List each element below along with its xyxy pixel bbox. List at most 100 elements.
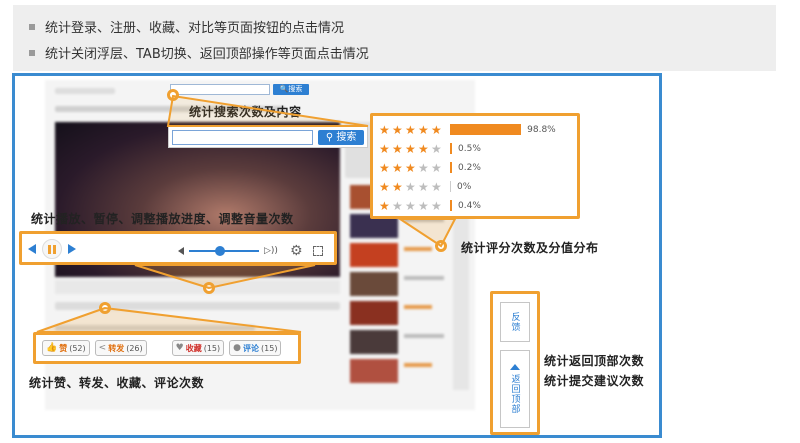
star-icon: ★ [379, 141, 390, 156]
rating-percent: 0.5% [458, 143, 481, 154]
rating-row: ★ ★ ★ ★ ★ 0.4% [379, 196, 571, 215]
star-icon: ★ [405, 198, 416, 213]
volume-slider-knob[interactable] [215, 246, 225, 256]
share-button[interactable]: < 转发 (26) [94, 340, 147, 356]
search-annotation: 统计搜索次数及内容 [189, 105, 302, 119]
list-item[interactable] [350, 359, 470, 383]
social-anchor-dot [99, 302, 111, 314]
video-player-bar[interactable] [55, 280, 340, 294]
rating-row: ★ ★ ★ ★ ★ 0.2% [379, 158, 571, 177]
comment-icon: ● [233, 343, 242, 353]
rating-percent: 0% [457, 181, 472, 192]
back-to-top-button[interactable]: 返回顶部 [500, 350, 530, 428]
star-icon: ★ [392, 198, 403, 213]
pause-icon [48, 244, 51, 254]
list-item[interactable] [350, 301, 470, 325]
like-button[interactable]: 👍 赞 (52) [42, 340, 90, 356]
rating-bar [450, 162, 452, 173]
star-icon: ★ [405, 160, 416, 175]
star-icon: ★ [431, 179, 442, 194]
page-logo [55, 88, 115, 94]
comment-button[interactable]: ● 评论 (15) [229, 340, 282, 356]
search-bar-mini: 🔍搜索 [170, 84, 309, 95]
gear-icon[interactable]: ⚙ [290, 243, 303, 259]
star-icon: ★ [392, 141, 403, 156]
search-button[interactable]: ⚲ 搜索 [318, 129, 364, 145]
feedback-button[interactable]: 反馈 [500, 302, 530, 342]
previous-icon[interactable] [28, 244, 36, 254]
star-icon: ★ [405, 122, 416, 137]
bullet-item: 统计关闭浮层、TAB切换、返回顶部操作等页面点击情况 [29, 43, 369, 62]
rating-bar [450, 181, 451, 192]
volume-slider[interactable] [189, 246, 259, 256]
bullet-square-icon [29, 49, 35, 56]
infographic-root: 统计登录、注册、收藏、对比等页面按钮的点击情况 统计关闭浮层、TAB切换、返回顶… [0, 0, 800, 443]
next-icon[interactable] [68, 244, 76, 254]
search-input-mini[interactable] [170, 84, 270, 95]
rating-row: ★ ★ ★ ★ ★ 0.5% [379, 139, 571, 158]
search-bar: ⚲ 搜索 [168, 126, 368, 148]
rating-percent: 98.8% [527, 124, 556, 135]
arrow-up-icon [510, 364, 520, 370]
list-item[interactable] [350, 330, 470, 354]
feedback-annotation: 统计提交建议次数 [544, 374, 645, 388]
bullet-square-icon [29, 23, 35, 30]
star-icon: ★ [418, 122, 429, 137]
page-toolbar-line [55, 302, 340, 310]
star-icon: ★ [431, 122, 442, 137]
fullscreen-icon[interactable] [312, 246, 323, 256]
star-icon: ★ [392, 122, 403, 137]
rating-row: ★ ★ ★ ★ ★ 0% [379, 177, 571, 196]
star-icon: ★ [418, 179, 429, 194]
search-input[interactable] [172, 129, 314, 145]
star-icon: ★ [405, 141, 416, 156]
share-icon: < [98, 343, 107, 353]
heart-icon: ♥ [175, 343, 184, 353]
search-button-mini[interactable]: 🔍搜索 [273, 84, 309, 95]
rating-row: ★ ★ ★ ★ ★ 98.8% [379, 120, 571, 139]
volume-up-icon[interactable]: ▷)) [264, 246, 278, 256]
star-icon: ★ [418, 141, 429, 156]
rating-anchor-dot [435, 240, 447, 252]
back-top-annotation: 统计返回顶部次数 [544, 354, 645, 368]
star-icon: ★ [418, 160, 429, 175]
star-icon: ★ [431, 141, 442, 156]
rating-percent: 0.4% [458, 200, 481, 211]
player-annotation: 统计播放、暂停、调整播放进度、调整音量次数 [31, 212, 294, 226]
thumb-up-icon: 👍 [46, 343, 58, 353]
page-right-rail [453, 190, 469, 390]
star-icon: ★ [379, 179, 390, 194]
star-icon: ★ [379, 198, 390, 213]
star-icon: ★ [392, 160, 403, 175]
player-controls-box: ▷)) ⚙ [19, 231, 337, 265]
rating-bar [450, 200, 452, 211]
star-icon: ★ [379, 160, 390, 175]
list-item[interactable] [350, 272, 470, 296]
rating-annotation: 统计评分次数及分值分布 [461, 241, 599, 255]
star-icon: ★ [392, 179, 403, 194]
bullet-text: 统计登录、注册、收藏、对比等页面按钮的点击情况 [45, 21, 345, 36]
bullet-item: 统计登录、注册、收藏、对比等页面按钮的点击情况 [29, 17, 344, 36]
player-anchor-dot [203, 282, 215, 294]
volume-down-icon[interactable] [178, 247, 184, 255]
star-icon: ★ [418, 198, 429, 213]
rating-bar [450, 143, 452, 154]
page-text-line [55, 325, 255, 331]
search-anchor-dot [167, 89, 179, 101]
star-icon: ★ [431, 198, 442, 213]
bullet-list: 统计登录、注册、收藏、对比等页面按钮的点击情况 统计关闭浮层、TAB切换、返回顶… [13, 5, 776, 71]
rating-percent: 0.2% [458, 162, 481, 173]
star-icon: ★ [379, 122, 390, 137]
rating-distribution-box: ★ ★ ★ ★ ★ 98.8% ★ ★ ★ ★ ★ 0.5% ★ ★ ★ ★ ★ 0.2% ★ ★ ★ ★ ★ 0% ★ ★ ★ ★ ★… [370, 113, 580, 219]
star-icon: ★ [431, 160, 442, 175]
star-icon: ★ [405, 179, 416, 194]
rating-bar [450, 124, 522, 135]
list-item[interactable] [350, 243, 470, 267]
search-icon: ⚲ [325, 131, 334, 143]
favorite-button[interactable]: ♥ 收藏 (15) [171, 340, 225, 356]
side-actions-box: 反馈 返回顶部 [490, 291, 540, 435]
pause-button[interactable] [42, 239, 62, 259]
social-annotation: 统计赞、转发、收藏、评论次数 [29, 376, 205, 390]
bullet-text: 统计关闭浮层、TAB切换、返回顶部操作等页面点击情况 [45, 47, 369, 62]
social-actions-box: 👍 赞 (52) < 转发 (26) ♥ 收藏 (15) ● 评论 (15) [33, 332, 301, 364]
